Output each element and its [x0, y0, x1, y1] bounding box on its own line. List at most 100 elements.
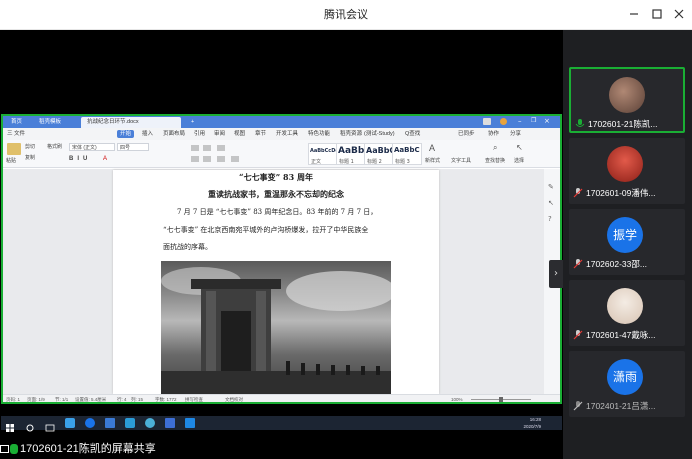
participant-name: 1702401-21吕潇...: [586, 401, 656, 411]
zoom-slider-handle[interactable]: [499, 397, 503, 402]
find-replace-button[interactable]: 查找替换: [485, 157, 505, 165]
avatar-icon[interactable]: [500, 118, 507, 125]
menu-view[interactable]: 视图: [234, 128, 245, 140]
menu-study[interactable]: (测试-Study): [364, 128, 395, 140]
share-caption: 1702601-21陈凯的屏幕共享: [0, 441, 300, 457]
paste-label[interactable]: 粘贴: [6, 157, 16, 165]
menu-references[interactable]: 引用: [194, 128, 205, 140]
app-icon-tencent-meeting[interactable]: [105, 418, 115, 428]
app-icon-4[interactable]: [145, 418, 155, 428]
tab-document[interactable]: 抗战纪念日环节.docx: [81, 117, 181, 128]
meeting-stage: 首页 稻壳模板 抗战纪念日环节.docx + – ❐ × 三 文件 开始 插入 …: [0, 30, 563, 459]
screen-share-view: 首页 稻壳模板 抗战纪念日环节.docx + – ❐ × 三 文件 开始 插入 …: [1, 114, 562, 404]
app-icon-1[interactable]: [65, 418, 75, 428]
participants-panel: 1702601-21陈凯... 1702601-09潘伟... 振学 17026…: [563, 30, 692, 459]
doc-paragraph-line-2: “七七事变” 在北京西南宛平城外的卢沟桥爆发，拉开了中华民族全: [163, 226, 369, 234]
paste-icon[interactable]: [7, 143, 21, 155]
style-heading-3[interactable]: AaBbC 标题 3: [392, 143, 422, 165]
menu-collab[interactable]: 协作: [488, 128, 499, 140]
restore-icon[interactable]: ❐: [531, 117, 536, 124]
menu-docer[interactable]: 稻壳资源: [340, 128, 362, 140]
avatar: [607, 288, 643, 324]
windows-start-icon[interactable]: [5, 418, 15, 432]
edit-icon[interactable]: ✎: [548, 183, 554, 191]
minimize-icon[interactable]: [626, 6, 642, 22]
wps-ribbon: 粘贴 剪切 复制 格式刷 宋体 (正文) 四号 BIU A AaBbCcDd 正…: [3, 140, 560, 168]
mic-on-icon: [575, 119, 585, 127]
menu-review[interactable]: 审阅: [214, 128, 225, 140]
doc-paragraph-line-1: 7 月 7 日是 “七七事变” 83 周年纪念日。83 年前的 7 月 7 日，: [177, 208, 378, 216]
wps-tab-strip: 首页 稻壳模板 抗战纪念日环节.docx + – ❐ ×: [3, 116, 560, 128]
select-pointer-icon[interactable]: ↖: [548, 199, 554, 207]
menu-search[interactable]: Q查找: [405, 128, 420, 140]
new-tab-icon[interactable]: +: [185, 117, 195, 128]
style-normal[interactable]: AaBbCcDd 正文: [308, 143, 339, 165]
font-color-icon[interactable]: A: [103, 155, 107, 163]
tab-templates[interactable]: 稻壳模板: [33, 117, 79, 128]
cut-button[interactable]: 剪切: [25, 143, 35, 151]
new-style-button[interactable]: 新样式: [425, 157, 440, 165]
status-words: 字数: 1772: [155, 397, 177, 402]
style-heading-2[interactable]: AaBbC 标题 2: [364, 143, 395, 165]
collapse-panel-icon[interactable]: ›: [549, 260, 563, 288]
search-icon[interactable]: [25, 418, 35, 432]
participant-name: 1702601-47戴咏...: [586, 330, 656, 340]
task-view-icon[interactable]: [45, 418, 55, 432]
status-doc-check[interactable]: 文档校对: [225, 395, 243, 402]
participant-name: 1702601-21陈凯...: [588, 119, 658, 129]
historical-photo: [161, 261, 391, 394]
font-size-select[interactable]: 四号: [117, 143, 149, 151]
participant-tile[interactable]: 潇雨 1702401-21吕潇...: [569, 351, 685, 417]
app-icon-3[interactable]: [125, 418, 135, 428]
windows-taskbar: 16:28 2020/7/9: [1, 416, 562, 432]
mic-muted-icon: [573, 188, 583, 198]
close-icon[interactable]: ×: [544, 117, 550, 125]
participant-tile[interactable]: 1702601-47戴咏...: [569, 280, 685, 346]
menu-synced[interactable]: 已同步: [458, 128, 475, 140]
document-page[interactable]: “七七事变” 83 周年 重读抗战家书，重温那永不忘却的纪念 7 月 7 日是 …: [113, 170, 439, 394]
badge-icon: [483, 118, 491, 125]
participant-tile[interactable]: 振学 1702602-33邵...: [569, 209, 685, 275]
text-tools-button[interactable]: 文字工具: [451, 157, 471, 165]
screen-share-icon: [0, 445, 9, 454]
select-button[interactable]: 选择: [514, 157, 524, 165]
minimize-icon[interactable]: –: [518, 117, 522, 125]
format-painter-button[interactable]: 格式刷: [47, 143, 62, 151]
tab-home[interactable]: 首页: [5, 117, 31, 128]
font-name-select[interactable]: 宋体 (正文): [69, 143, 115, 151]
avatar: 振学: [607, 217, 643, 253]
app-icon-wps[interactable]: [165, 418, 175, 428]
menu-file[interactable]: 三 文件: [7, 128, 25, 140]
avatar: [607, 146, 643, 182]
style-heading-1[interactable]: AaBb 标题 1: [336, 143, 366, 165]
menu-sections[interactable]: 章节: [255, 128, 266, 140]
paragraph-tools[interactable]: [189, 143, 299, 165]
app-icon-5[interactable]: [185, 418, 195, 428]
wps-menu-bar: 三 文件 开始 插入 页面布局 引用 审阅 视图 章节 开发工具 特色功能 稻壳…: [3, 128, 560, 140]
menu-start[interactable]: 开始: [117, 130, 135, 138]
status-pages: 页面: 1/9: [27, 397, 45, 402]
taskbar-date: 2020/7/9: [523, 424, 541, 429]
copy-button[interactable]: 复制: [25, 154, 35, 162]
participant-bar: 1702601-09潘伟...: [571, 187, 683, 199]
templates-label: 稻壳模板: [39, 119, 62, 125]
app-title: 腾讯会议: [324, 9, 368, 21]
participant-tile[interactable]: 1702601-09潘伟...: [569, 138, 685, 204]
menu-page-layout[interactable]: 页面布局: [163, 128, 185, 140]
doc-subtitle: 重读抗战家书，重温那永不忘却的纪念: [208, 189, 344, 199]
menu-insert[interactable]: 插入: [142, 128, 153, 140]
status-bar: 页码: 1 页面: 1/9 节: 1/1 设置值: 5.4厘米 行: 4 列: …: [3, 394, 560, 402]
menu-features[interactable]: 特色功能: [308, 128, 330, 140]
help-icon[interactable]: ?: [548, 215, 552, 223]
close-icon[interactable]: [671, 6, 687, 22]
maximize-icon[interactable]: [649, 6, 665, 22]
cursor-icon: ↖: [516, 143, 523, 152]
status-spell[interactable]: 拼写检查: [185, 395, 203, 402]
taskbar-clock[interactable]: 16:28 2020/7/9: [501, 416, 541, 430]
participant-bar: 1702401-21吕潇...: [571, 400, 683, 412]
text-format-buttons[interactable]: BIU: [69, 155, 91, 163]
app-icon-2[interactable]: [85, 418, 95, 428]
menu-share[interactable]: 分享: [510, 128, 521, 140]
menu-developer[interactable]: 开发工具: [276, 128, 298, 140]
participant-tile[interactable]: 1702601-21陈凯...: [569, 67, 685, 133]
